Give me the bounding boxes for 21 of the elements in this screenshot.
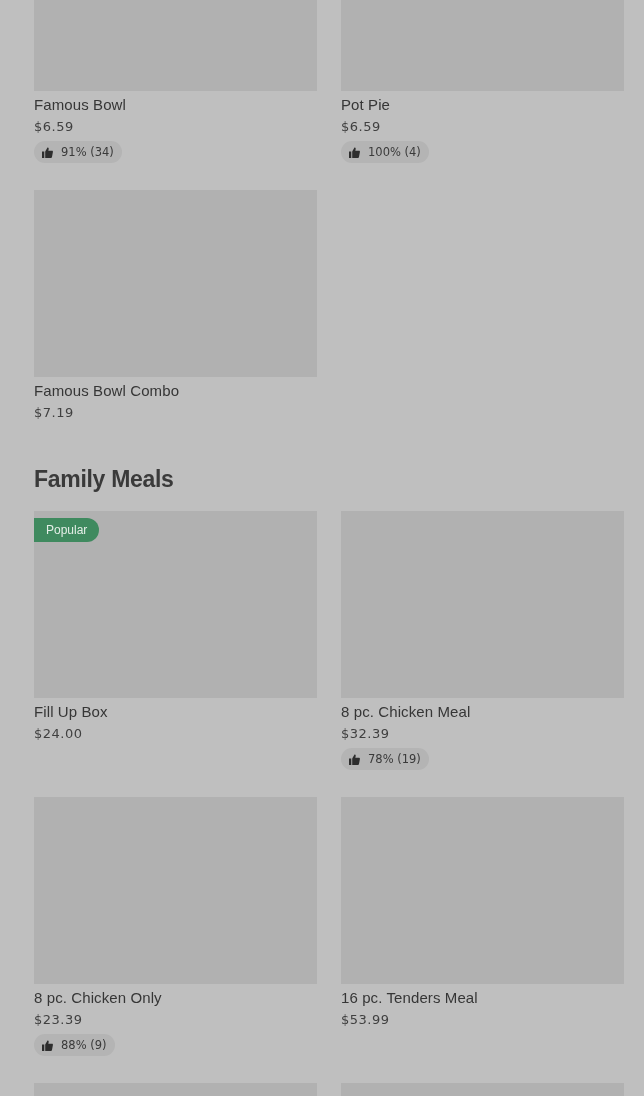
rating-text: 78% (19): [368, 752, 421, 766]
item-price: $6.59: [341, 118, 382, 136]
rating-text: 91% (34): [61, 145, 114, 159]
item-price: $6.59: [34, 118, 75, 136]
item-name[interactable]: 8 pc. Chicken Meal: [341, 702, 624, 722]
item-name[interactable]: Pot Pie: [341, 95, 624, 115]
item-price: $24.00: [34, 725, 84, 743]
popular-badge: Popular: [34, 518, 100, 542]
item-price: $23.39: [34, 1011, 84, 1029]
rating-text: 100% (4): [368, 145, 421, 159]
item-name[interactable]: 8 pc. Chicken Only: [34, 988, 317, 1008]
section-heading: Family Meals: [34, 466, 175, 493]
item-name[interactable]: Famous Bowl: [34, 95, 317, 115]
item-name[interactable]: Fill Up Box: [34, 702, 317, 722]
item-price: $32.39: [341, 725, 391, 743]
item-name[interactable]: Famous Bowl Combo: [34, 381, 317, 401]
item-price: $53.99: [341, 1011, 391, 1029]
item-name[interactable]: 16 pc. Tenders Meal: [341, 988, 624, 1008]
image-placeholder[interactable]: Popular: [34, 511, 317, 698]
rating-text: 88% (9): [61, 1038, 107, 1052]
item-price: $7.19: [34, 404, 75, 422]
